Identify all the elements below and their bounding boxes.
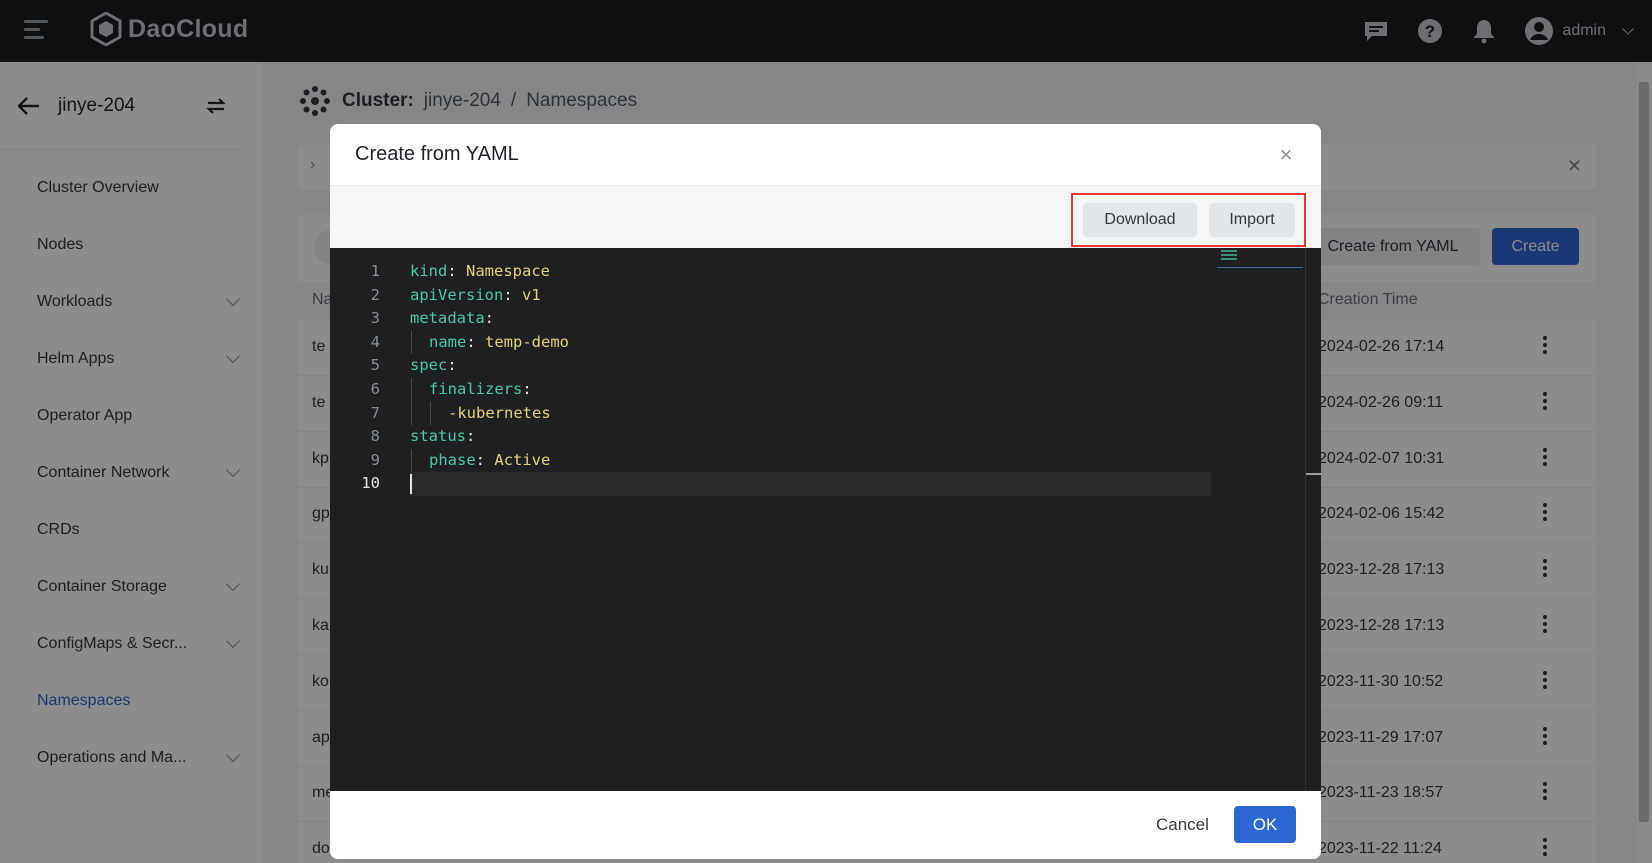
yaml-key: spec — [410, 356, 448, 375]
yaml-colon: : — [484, 309, 494, 328]
line-number: 4 — [370, 332, 380, 351]
line-number: 6 — [370, 379, 380, 398]
yaml-key: phase — [429, 450, 476, 469]
text-cursor — [410, 474, 412, 495]
yaml-value: temp-demo — [485, 332, 570, 351]
code-line[interactable]: finalizers: — [410, 377, 1211, 402]
code-line[interactable]: spec: — [410, 354, 1211, 378]
line-numbers: 1 2 3 4 5 6 7 8 9 10 — [330, 260, 380, 496]
editor-scrollbar[interactable] — [1305, 248, 1321, 791]
line-number: 2 — [370, 285, 380, 304]
indent-guide — [430, 401, 431, 426]
indent-guide — [411, 377, 412, 402]
minimap[interactable] — [1217, 248, 1303, 268]
yaml-value: Active — [494, 450, 551, 469]
dialog-title: Create from YAML — [355, 143, 519, 165]
code-line[interactable]: apiVersion: v1 — [410, 284, 1211, 308]
code-line[interactable]: kind: Namespace — [410, 260, 1211, 284]
code-line[interactable]: metadata: — [410, 307, 1211, 331]
yaml-value: v1 — [522, 285, 541, 304]
indent-guide — [411, 401, 412, 426]
yaml-key: apiVersion — [410, 285, 504, 304]
yaml-key: kind — [410, 262, 448, 280]
line-number: 3 — [370, 309, 380, 328]
code-line[interactable]: -kubernetes — [410, 401, 1211, 426]
yaml-key: metadata — [410, 309, 485, 328]
code-area[interactable]: kind: Namespace apiVersion: v1 metadata: na… — [410, 260, 1211, 496]
line-number: 7 — [370, 403, 380, 422]
yaml-colon: : — [466, 332, 476, 351]
close-icon[interactable]: × — [1276, 142, 1296, 168]
editor-toolbar: Download Import — [330, 186, 1321, 248]
dialog-footer: Cancel OK — [330, 791, 1321, 859]
line-number: 8 — [370, 427, 380, 446]
indent-guide — [411, 448, 412, 473]
yaml-colon: : — [466, 427, 476, 446]
indent-guide — [411, 330, 412, 355]
line-number: 1 — [370, 262, 380, 280]
download-button[interactable]: Download — [1083, 203, 1197, 237]
cancel-button[interactable]: Cancel — [1142, 807, 1223, 843]
ok-button[interactable]: OK — [1234, 806, 1296, 843]
yaml-key: name — [429, 332, 467, 351]
create-from-yaml-dialog: Create from YAML × Download Import 1 2 3 4 5… — [330, 124, 1321, 859]
yaml-colon: : — [447, 262, 457, 280]
yaml-key: finalizers — [429, 379, 523, 398]
code-line[interactable]: phase: Active — [410, 448, 1211, 473]
code-line[interactable] — [410, 472, 1211, 496]
line-number: 5 — [370, 356, 380, 375]
import-button[interactable]: Import — [1209, 203, 1295, 237]
code-line[interactable]: name: temp-demo — [410, 330, 1211, 355]
yaml-key: status — [410, 427, 466, 446]
dialog-header: Create from YAML × — [330, 124, 1321, 186]
yaml-value: -kubernetes — [448, 403, 551, 422]
yaml-colon: : — [503, 285, 513, 304]
yaml-colon: : — [475, 450, 486, 469]
code-line[interactable]: status: — [410, 425, 1211, 449]
yaml-editor[interactable]: 1 2 3 4 5 6 7 8 9 10 kind: Namespace apiVersion: v… — [330, 248, 1321, 791]
yaml-colon: : — [522, 379, 532, 398]
line-number: 9 — [370, 450, 380, 469]
yaml-value: Namespace — [466, 262, 551, 280]
yaml-colon: : — [447, 356, 457, 375]
line-number: 10 — [361, 474, 380, 493]
